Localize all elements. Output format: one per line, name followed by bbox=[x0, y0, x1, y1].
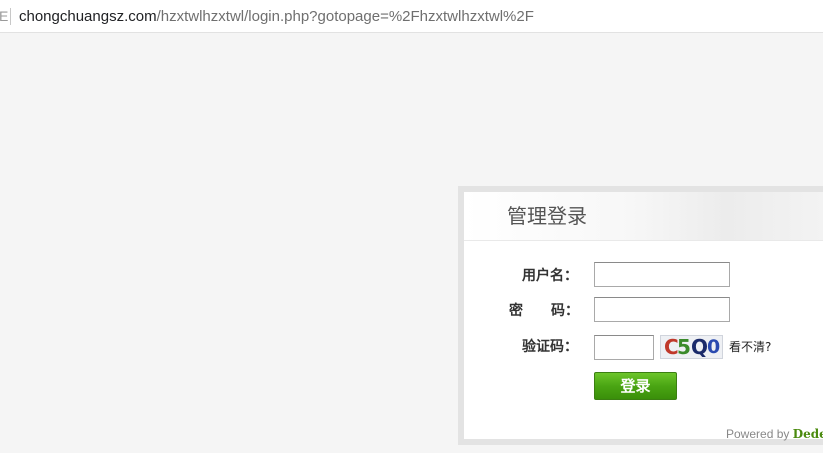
login-panel: 管理登录 用户名： 密 码： 验证码： C 5 Q 0 看不清? 登录 Powe… bbox=[458, 186, 823, 445]
login-button[interactable]: 登录 bbox=[594, 372, 677, 400]
url-text[interactable]: chongchuangsz.com/hzxtwlhzxtwl/login.php… bbox=[19, 7, 534, 26]
url-path: /hzxtwlhzxtwl/login.php?gotopage=%2Fhzxt… bbox=[156, 8, 534, 25]
captcha-char: 5 bbox=[677, 335, 691, 359]
powered-brand-link[interactable]: DedeCMS bbox=[793, 427, 823, 441]
url-domain: chongchuangsz.com bbox=[19, 8, 157, 25]
captcha-input[interactable] bbox=[594, 335, 654, 360]
login-title-bar: 管理登录 bbox=[464, 192, 823, 241]
captcha-label: 验证码： bbox=[522, 339, 578, 355]
powered-prefix: Powered by bbox=[726, 427, 793, 441]
powered-by: Powered by DedeCMS bbox=[726, 427, 823, 441]
login-title: 管理登录 bbox=[507, 204, 587, 228]
captcha-char: 0 bbox=[707, 336, 721, 358]
refresh-captcha-link[interactable]: 看不清? bbox=[729, 339, 771, 355]
login-panel-inner: 管理登录 用户名： 密 码： 验证码： C 5 Q 0 看不清? 登录 Powe… bbox=[464, 192, 823, 441]
password-label: 密 码： bbox=[509, 303, 579, 319]
username-input[interactable] bbox=[594, 262, 730, 287]
username-label: 用户名： bbox=[522, 268, 578, 284]
password-input[interactable] bbox=[594, 297, 730, 322]
address-prefix: E bbox=[0, 8, 9, 24]
captcha-char: Q bbox=[691, 335, 709, 359]
browser-address-bar[interactable]: E chongchuangsz.com/hzxtwlhzxtwl/login.p… bbox=[0, 0, 823, 33]
captcha-image[interactable]: C 5 Q 0 bbox=[660, 335, 723, 359]
address-separator bbox=[10, 8, 11, 25]
